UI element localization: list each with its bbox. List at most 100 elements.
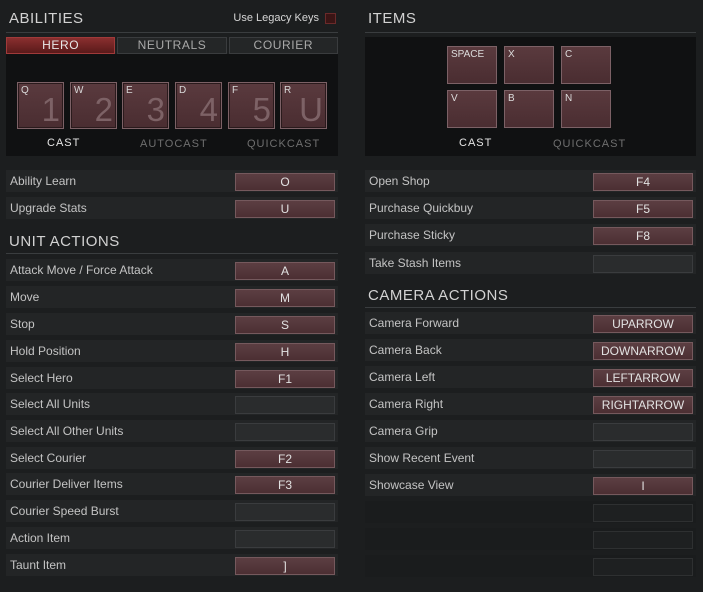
keybind-label: Show Recent Event — [369, 451, 475, 465]
ability-number: 3 — [146, 91, 165, 128]
keybind-button[interactable] — [235, 530, 335, 548]
keybind-label: Move — [10, 290, 40, 304]
ability-number: 5 — [252, 91, 271, 128]
keybind-button[interactable]: A — [235, 262, 335, 280]
keybind-row: Show Recent Event — [365, 447, 696, 469]
keybind-button[interactable]: F4 — [593, 173, 693, 191]
ability-hotkey: R — [284, 85, 292, 96]
item-slot-2[interactable]: X — [504, 46, 554, 84]
keybind-label: Hold Position — [10, 344, 81, 358]
keybind-button[interactable]: I — [593, 477, 693, 495]
keybind-button[interactable] — [235, 423, 335, 441]
ability-key-4[interactable]: D 4 — [175, 82, 222, 129]
keybind-button[interactable]: F8 — [593, 227, 693, 245]
keybind-row: Camera Forward UPARROW — [365, 312, 696, 334]
mode-cast[interactable]: CAST — [459, 137, 492, 149]
item-keys-panel: SPACE X C V B N CAST QUICKCAST — [365, 37, 696, 156]
keybind-button[interactable]: F5 — [593, 200, 693, 218]
keybind-row: Move M — [6, 286, 338, 308]
keybind-label: Open Shop — [369, 174, 430, 188]
keybind-button[interactable] — [593, 450, 693, 468]
keybind-label: Select Hero — [10, 371, 73, 385]
keybind-button[interactable] — [593, 558, 693, 576]
item-slot-5[interactable]: B — [504, 90, 554, 128]
keybind-label: Showcase View — [369, 478, 454, 492]
tab-courier[interactable]: COURIER — [228, 37, 338, 54]
item-slot-6[interactable]: N — [561, 90, 611, 128]
keybind-row: Taunt Item ] — [6, 554, 338, 576]
item-hotkey: V — [451, 93, 458, 104]
keybind-button[interactable]: RIGHTARROW — [593, 396, 693, 414]
keybind-row-empty — [365, 501, 696, 523]
unit-actions-divider — [6, 253, 338, 254]
keybind-row: Courier Deliver Items F3 — [6, 473, 338, 495]
keybind-button[interactable]: F1 — [235, 370, 335, 388]
keybind-row: Purchase Quickbuy F5 — [365, 197, 696, 219]
keybind-label: Action Item — [10, 531, 71, 545]
ability-number: U — [299, 91, 323, 128]
keybind-row: Camera Right RIGHTARROW — [365, 393, 696, 415]
mode-quickcast[interactable]: QUICKCAST — [247, 138, 320, 150]
keybind-row: Camera Back DOWNARROW — [365, 339, 696, 361]
keybind-button[interactable]: F3 — [235, 476, 335, 494]
tab-hero[interactable]: HERO — [6, 37, 116, 54]
keybind-label: Stop — [10, 317, 35, 331]
keybind-button[interactable] — [235, 503, 335, 521]
ability-hotkey: D — [179, 85, 187, 96]
keybind-button[interactable] — [593, 255, 693, 273]
keybind-row: Action Item — [6, 527, 338, 549]
keybind-button[interactable] — [593, 504, 693, 522]
mode-autocast[interactable]: AUTOCAST — [140, 138, 208, 150]
item-slot-4[interactable]: V — [447, 90, 497, 128]
mode-quickcast[interactable]: QUICKCAST — [553, 138, 626, 150]
ability-hotkey: Q — [21, 85, 29, 96]
keybind-button[interactable]: O — [235, 173, 335, 191]
mode-cast[interactable]: CAST — [47, 137, 80, 149]
keybind-row: Attack Move / Force Attack A — [6, 259, 338, 281]
keybind-button[interactable]: UPARROW — [593, 315, 693, 333]
ability-number: 2 — [94, 91, 113, 128]
keybind-button[interactable]: ] — [235, 557, 335, 575]
keybind-button[interactable]: F2 — [235, 450, 335, 468]
keybind-row: Camera Left LEFTARROW — [365, 366, 696, 388]
keybind-label: Camera Grip — [369, 424, 438, 438]
keybind-row: Select Hero F1 — [6, 367, 338, 389]
camera-actions-title: CAMERA ACTIONS — [368, 287, 509, 304]
keybind-label: Select All Units — [10, 397, 91, 411]
ability-hotkey: F — [232, 85, 239, 96]
keybind-button[interactable]: H — [235, 343, 335, 361]
ability-key-2[interactable]: W 2 — [70, 82, 117, 129]
ability-key-1[interactable]: Q 1 — [17, 82, 64, 129]
tab-neutrals[interactable]: NEUTRALS — [117, 37, 227, 54]
keybind-row: Select Courier F2 — [6, 447, 338, 469]
item-hotkey: X — [508, 49, 515, 60]
item-slot-3[interactable]: C — [561, 46, 611, 84]
item-hotkey: C — [565, 49, 573, 60]
legacy-keys-checkbox[interactable] — [325, 12, 336, 24]
keybind-button[interactable] — [593, 531, 693, 549]
unit-actions-title: UNIT ACTIONS — [9, 233, 120, 250]
keybind-label: Take Stash Items — [369, 256, 462, 270]
keybind-button[interactable]: U — [235, 200, 335, 218]
item-slot-1[interactable]: SPACE — [447, 46, 497, 84]
keybind-button[interactable] — [235, 396, 335, 414]
keybind-label: Upgrade Stats — [10, 201, 87, 215]
keybind-button[interactable] — [593, 423, 693, 441]
keybind-button[interactable]: S — [235, 316, 335, 334]
keybind-label: Purchase Sticky — [369, 228, 456, 242]
ability-key-ultimate[interactable]: R U — [280, 82, 327, 129]
keybind-label: Camera Right — [369, 397, 444, 411]
keybind-row: Hold Position H — [6, 340, 338, 362]
abilities-title: ABILITIES — [9, 10, 84, 27]
items-title: ITEMS — [368, 10, 417, 27]
ability-key-3[interactable]: E 3 — [122, 82, 169, 129]
keybind-row: Stop S — [6, 313, 338, 335]
keybind-button[interactable]: DOWNARROW — [593, 342, 693, 360]
ability-key-5[interactable]: F 5 — [228, 82, 275, 129]
keybind-row: Courier Speed Burst — [6, 500, 338, 522]
camera-actions-divider — [365, 307, 696, 308]
keybind-button[interactable]: LEFTARROW — [593, 369, 693, 387]
keybind-label: Camera Back — [369, 343, 442, 357]
keybind-button[interactable]: M — [235, 289, 335, 307]
legacy-keys-toggle[interactable]: Use Legacy Keys — [233, 12, 336, 24]
